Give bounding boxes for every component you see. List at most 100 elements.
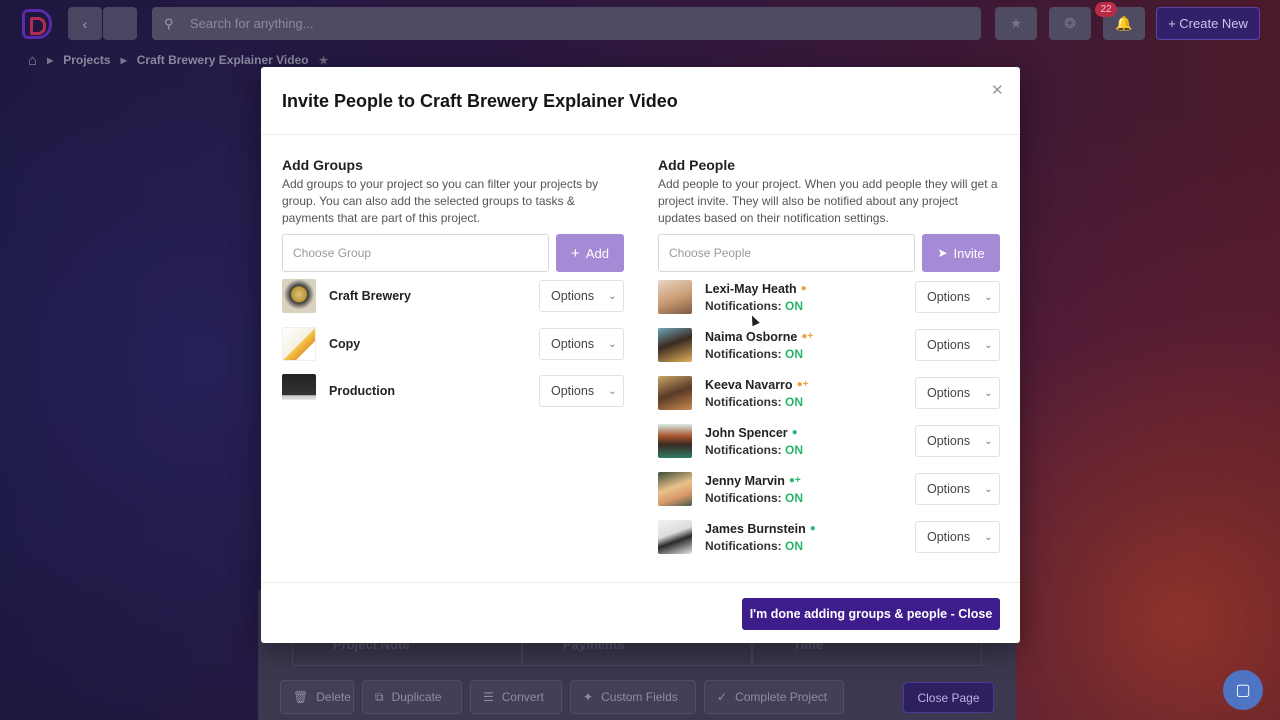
star-icon[interactable]: ★ — [319, 54, 329, 67]
close-icon[interactable]: ✕ — [991, 81, 1004, 99]
page-actions: 🗑 Delete ⧉ Duplicate ☰ Convert ✦ Custom Fiel… — [280, 680, 844, 714]
brewery-logo-icon — [282, 279, 316, 313]
close-page-button[interactable]: Close Page — [903, 682, 994, 713]
add-people-section: Add People Add people to your project. W… — [658, 157, 1002, 227]
chevron-down-icon: ⌄ — [608, 385, 617, 397]
chevron-down-icon: ⌄ — [984, 291, 993, 303]
breadcrumb-current: Craft Brewery Explainer Video — [136, 53, 309, 67]
chevron-down-icon: ⌄ — [984, 483, 993, 495]
avatar — [658, 280, 692, 314]
custom-fields-button[interactable]: ✦ Custom Fields — [570, 680, 696, 714]
user-icon: ● — [800, 283, 807, 294]
complete-project-button[interactable]: ✓ Complete Project — [704, 680, 844, 714]
star-icon: ★ — [1009, 15, 1023, 31]
person-options-button[interactable]: Options ⌄ — [915, 377, 1000, 409]
favorites-button[interactable]: ★ — [995, 7, 1037, 40]
person-options-button[interactable]: Options ⌄ — [915, 425, 1000, 457]
home-icon[interactable]: ⌂ — [28, 52, 37, 69]
plus-icon: + — [571, 244, 580, 262]
notification-status: Notifications: ON — [705, 491, 803, 505]
custom-fields-label: Custom Fields — [601, 690, 678, 704]
convert-label: Convert — [501, 690, 544, 704]
notification-status: Notifications: ON — [705, 539, 816, 553]
options-label: Options — [551, 384, 595, 398]
modal-title: Invite People to Craft Brewery Explainer… — [282, 91, 678, 111]
people-description: Add people to your project. When you add… — [658, 177, 998, 225]
bug-icon: ❂ — [1064, 15, 1076, 31]
notification-status: Notifications: ON — [705, 443, 803, 457]
person-name: Naima Osborne — [705, 329, 798, 344]
person-name: John Spencer — [705, 425, 788, 440]
person-row: Keeva Navarro ●+ Notifications: ON — [658, 376, 808, 410]
notifications-label: Notifications: — [705, 346, 782, 361]
duplicate-button[interactable]: ⧉ Duplicate — [362, 680, 462, 714]
person-options-button[interactable]: Options ⌄ — [915, 281, 1000, 313]
user-plus-icon: ●+ — [801, 331, 814, 342]
person-row: James Burnstein ● Notifications: ON — [658, 520, 816, 554]
group-name: Copy — [329, 337, 361, 351]
person-name: James Burnstein — [705, 521, 806, 536]
invite-button[interactable]: ➤ Invite — [922, 234, 1000, 272]
choose-people-select[interactable]: Choose People — [658, 234, 915, 272]
back-button[interactable]: ‹ — [68, 7, 102, 40]
notifications-label: Notifications: — [705, 538, 782, 553]
chevron-down-icon: ⌄ — [984, 531, 993, 543]
chevron-down-icon: ⌄ — [984, 339, 993, 351]
user-icon: ● — [809, 523, 816, 534]
status-on: ON — [785, 442, 804, 457]
copy-icon: ⧉ — [375, 689, 384, 704]
person-options-button[interactable]: Options ⌄ — [915, 329, 1000, 361]
add-groups-section: Add Groups Add groups to your project so… — [282, 157, 626, 227]
group-row: Craft Brewery — [282, 279, 411, 313]
person-row: Jenny Marvin ●+ Notifications: ON — [658, 472, 803, 506]
options-label: Options — [927, 530, 971, 544]
chevron-down-icon: ⌄ — [608, 290, 617, 302]
groups-description: Add groups to your project so you can fi… — [282, 177, 599, 225]
app-logo[interactable] — [22, 9, 52, 39]
person-name: Keeva Navarro — [705, 377, 793, 392]
invite-modal: Invite People to Craft Brewery Explainer… — [261, 67, 1020, 643]
notifications-label: Notifications: — [705, 298, 782, 313]
check-circle-icon: ✓ — [717, 690, 728, 704]
footer-divider — [261, 582, 1020, 583]
person-row: Lexi-May Heath ● Notifications: ON — [658, 280, 807, 314]
groups-heading: Add Groups — [282, 157, 363, 173]
group-row: Copy — [282, 327, 360, 361]
person-row: Naima Osborne ●+ Notifications: ON — [658, 328, 813, 362]
notification-badge: 22 — [1095, 2, 1117, 17]
group-options-button[interactable]: Options ⌄ — [539, 375, 624, 407]
group-options-button[interactable]: Options ⌄ — [539, 328, 624, 360]
delete-button[interactable]: 🗑 Delete — [280, 680, 354, 714]
options-label: Options — [927, 386, 971, 400]
done-close-button[interactable]: I'm done adding groups & people - Close — [742, 598, 1000, 630]
choose-group-select[interactable]: Choose Group — [282, 234, 549, 272]
create-new-button[interactable]: + Create New — [1156, 7, 1260, 40]
timer-button[interactable]: ❂ — [1049, 7, 1091, 40]
person-options-button[interactable]: Options ⌄ — [915, 521, 1000, 553]
convert-button[interactable]: ☰ Convert — [470, 680, 562, 714]
notifications-label: Notifications: — [705, 442, 782, 457]
options-label: Options — [551, 337, 595, 351]
person-options-button[interactable]: Options ⌄ — [915, 473, 1000, 505]
search-input[interactable]: ⚲ Search for anything... — [152, 7, 981, 40]
avatar — [658, 424, 692, 458]
bell-icon: 🔔 — [1115, 15, 1133, 31]
options-label: Options — [551, 289, 595, 303]
send-icon: ➤ — [937, 246, 948, 260]
forward-button[interactable] — [103, 7, 137, 40]
breadcrumb-projects[interactable]: Projects — [63, 53, 110, 67]
user-plus-icon: ●+ — [788, 475, 801, 486]
chevron-down-icon: ⌄ — [608, 338, 617, 350]
status-on: ON — [785, 346, 804, 361]
pencil-note-icon — [282, 327, 316, 361]
people-heading: Add People — [658, 157, 736, 173]
sparkle-icon: ✦ — [583, 690, 594, 704]
chat-bubble-icon[interactable]: ▢ — [1223, 670, 1263, 710]
group-options-button[interactable]: Options ⌄ — [539, 280, 624, 312]
notification-status: Notifications: ON — [705, 299, 807, 313]
add-group-button[interactable]: + Add — [556, 234, 624, 272]
group-row: Production — [282, 374, 395, 408]
status-on: ON — [785, 394, 804, 409]
trash-icon: 🗑 — [293, 690, 309, 704]
chevron-left-icon: ‹ — [82, 15, 88, 32]
